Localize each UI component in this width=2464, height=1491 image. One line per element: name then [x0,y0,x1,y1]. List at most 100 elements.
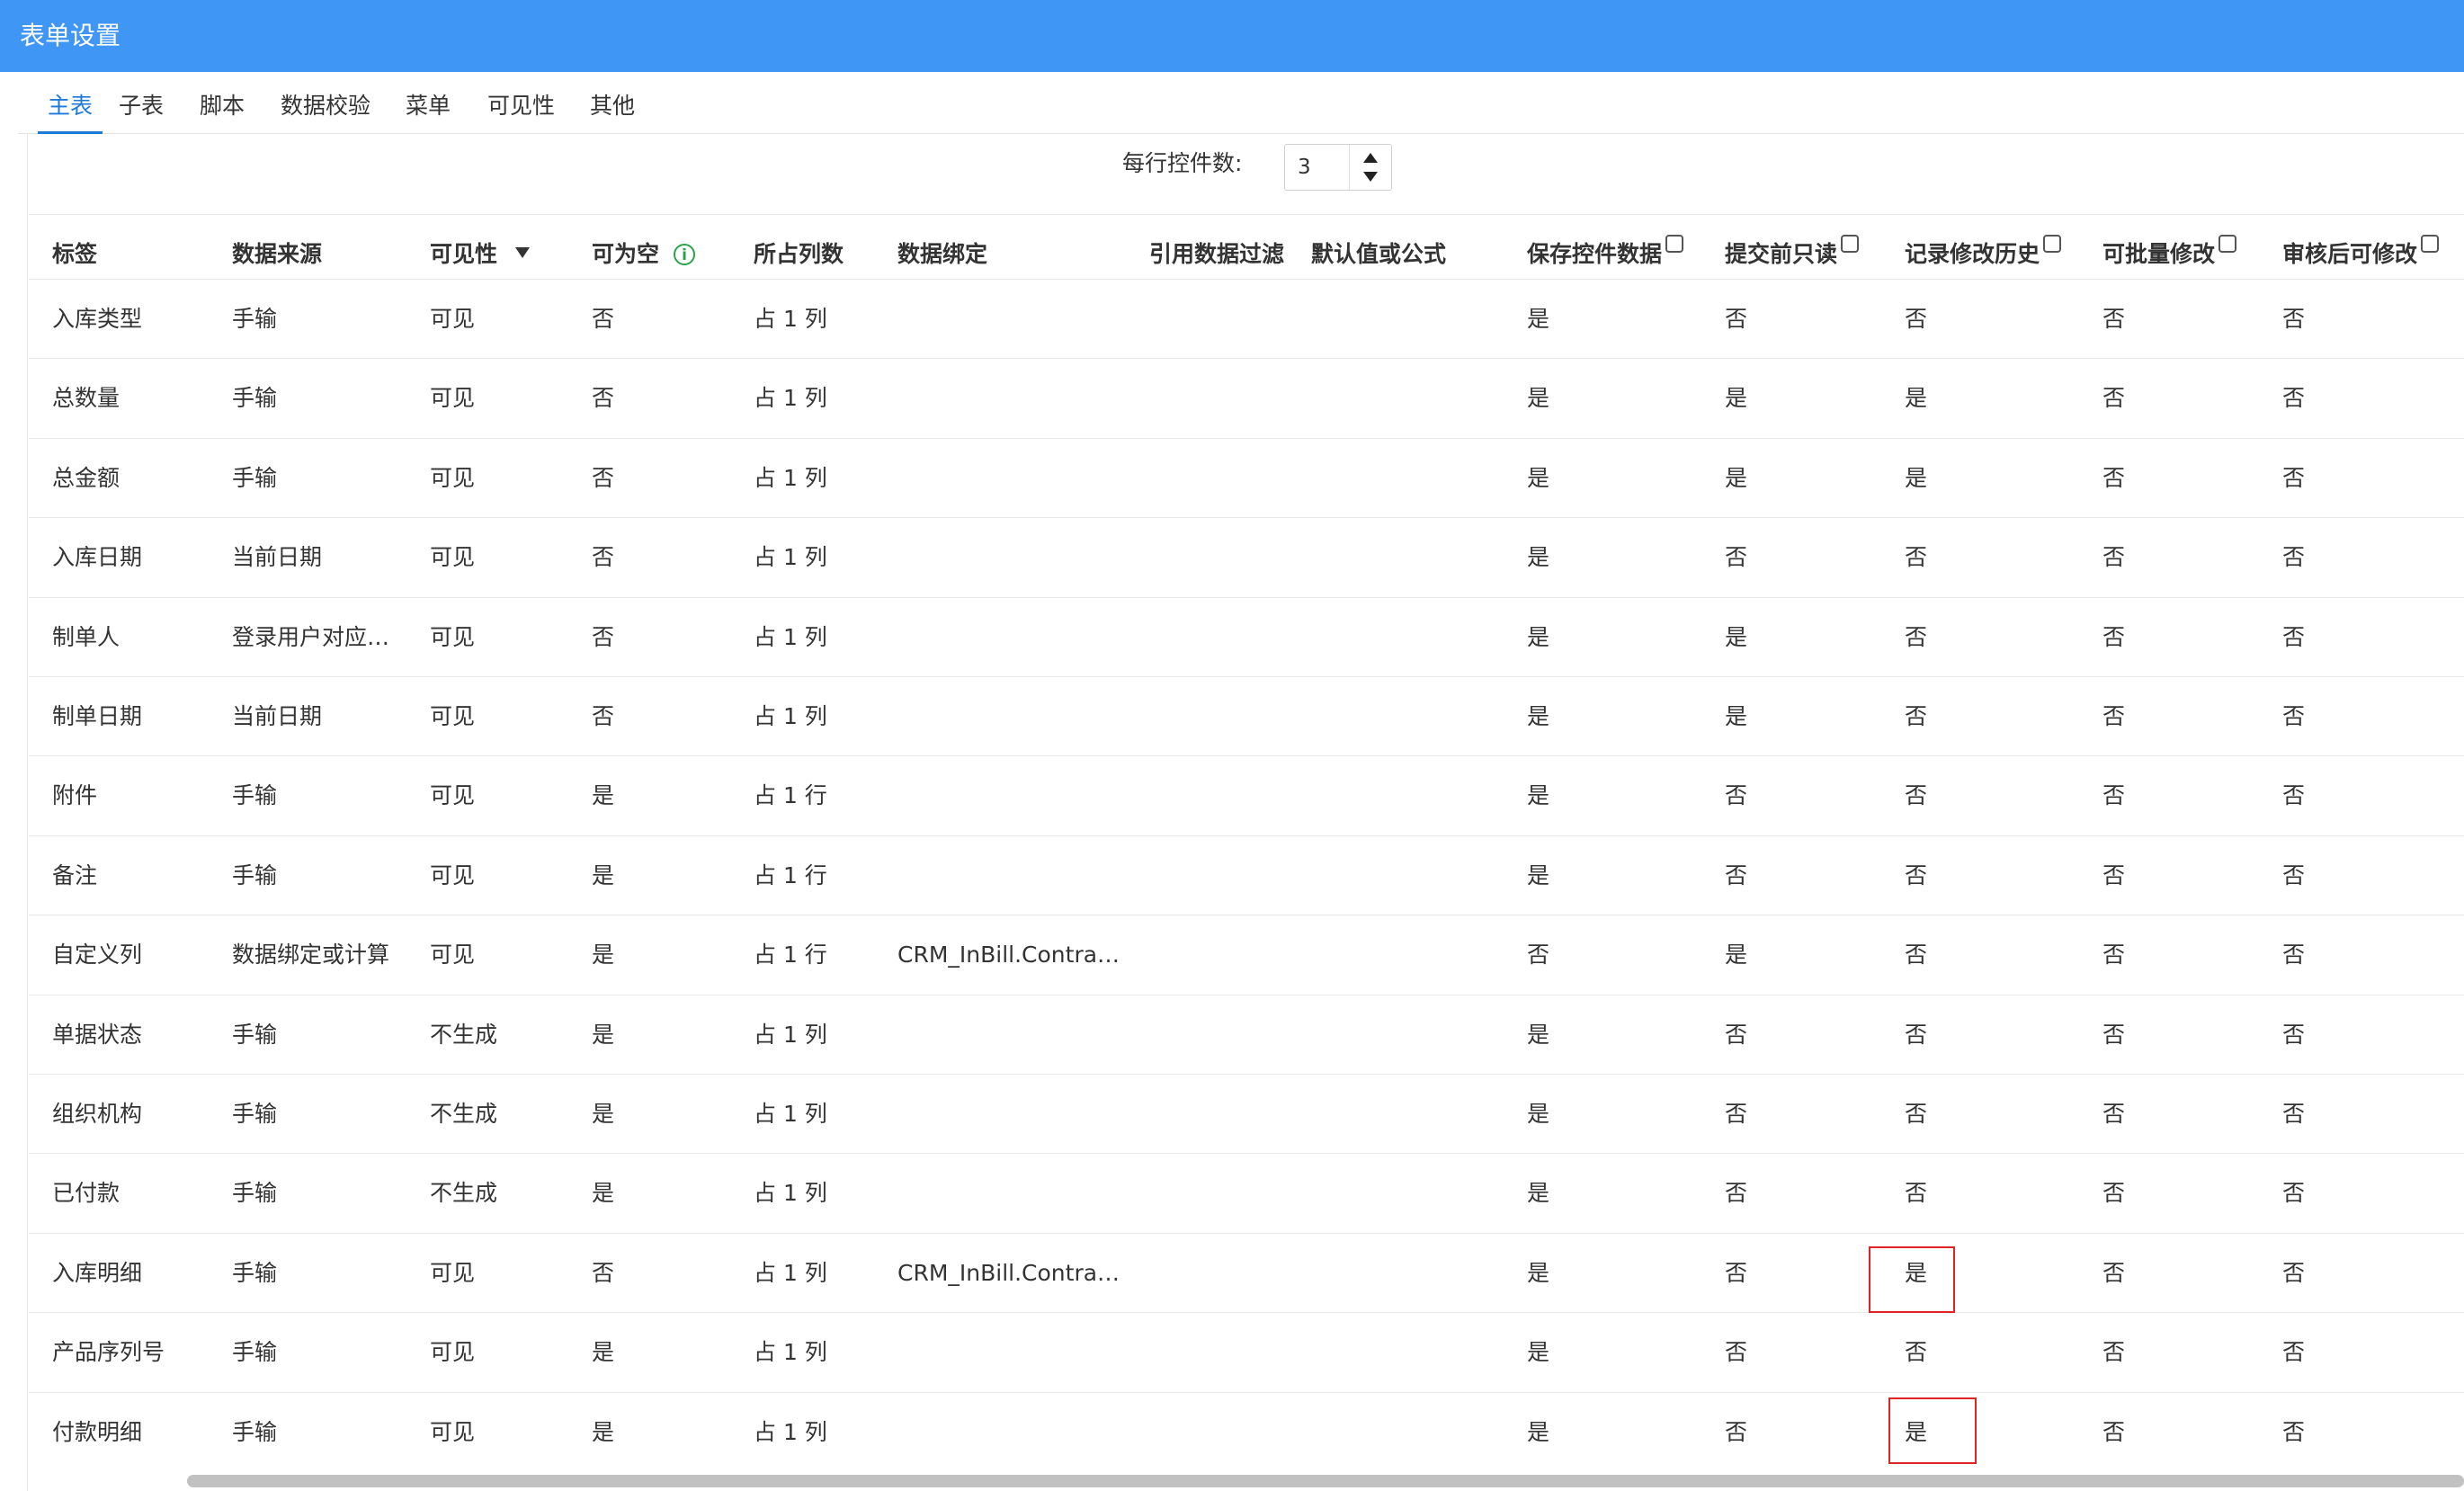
cell-readonly-before-submit: 否 [1725,1339,1748,1366]
controls-per-row-value[interactable]: 3 [1298,145,1311,190]
cell-visibility: 可见 [430,862,476,888]
cell-columns-span: 占 1 列 [754,1180,827,1207]
tab-data-validation[interactable]: 数据校验 [281,72,370,131]
cell-data-binding [897,1313,1122,1392]
tab-script[interactable]: 脚本 [200,72,245,131]
header-batch-editable[interactable]: 可批量修改 [2102,225,2237,284]
cell-data-source: 当前日期 [232,544,323,571]
header-data-source[interactable]: 数据来源 [232,225,322,284]
cell-visibility: 可见 [430,623,476,650]
batch-editable-checkbox[interactable] [2218,235,2237,253]
window-title: 表单设置 [0,0,2464,72]
table-row[interactable]: 单据状态 手输 不生成 是 占 1 列 是 否 否 否 否 [29,994,2464,1075]
table-row[interactable]: 自定义列 数据绑定或计算 可见 是 占 1 行 CRM_InBill.ContractI…… [29,915,2464,995]
header-ref-filter[interactable]: 引用数据过滤 [1149,225,1284,284]
header-columns-span[interactable]: 所占列数 [754,225,844,284]
cell-save-control-data: 是 [1527,862,1550,888]
cell-data-binding [897,598,1122,677]
controls-per-row-stepper[interactable]: 3 [1284,144,1392,191]
cell-record-history: 否 [1905,1101,1928,1127]
increment-arrow-icon[interactable] [1363,153,1378,163]
cell-editable-after-review: 否 [2282,1418,2306,1445]
cell-batch-editable: 否 [2102,782,2126,809]
header-visibility[interactable]: 可见性 [430,225,531,284]
table-row[interactable]: 已付款 手输 不生成 是 占 1 列 是 否 否 否 否 [29,1153,2464,1233]
header-save-control-data[interactable]: 保存控件数据 [1527,225,1684,284]
cell-columns-span: 占 1 行 [754,862,827,888]
cell-columns-span: 占 1 列 [754,385,827,412]
cell-batch-editable: 否 [2102,544,2126,571]
cell-columns-span: 占 1 列 [754,1101,827,1127]
cell-visibility: 可见 [430,1418,476,1445]
cell-batch-editable: 否 [2102,703,2126,729]
cell-editable-after-review: 否 [2282,1259,2306,1286]
cell-readonly-before-submit: 否 [1725,862,1748,888]
cell-ref-filter [1149,1313,1302,1392]
cell-data-source: 手输 [232,464,278,491]
cell-record-history: 否 [1905,862,1928,888]
table-row[interactable]: 备注 手输 可见 是 占 1 行 是 否 否 否 否 [29,835,2464,915]
cell-readonly-before-submit: 否 [1725,1180,1748,1207]
cell-ref-filter [1149,1075,1302,1154]
table-row[interactable]: 总金额 手输 可见 否 占 1 列 是 是 是 否 否 [29,437,2464,518]
cell-label: 自定义列 [52,942,143,969]
cell-record-history: 是 [1905,464,1928,491]
cell-columns-span: 占 1 列 [754,623,827,650]
cell-label: 制单人 [52,623,121,650]
tab-main-table[interactable]: 主表 [38,72,103,134]
decrement-arrow-icon[interactable] [1363,172,1378,182]
header-data-binding[interactable]: 数据绑定 [897,225,987,284]
cell-batch-editable: 否 [2102,385,2126,412]
header-nullable[interactable]: 可为空 i [592,225,696,284]
table-row[interactable]: 总数量 手输 可见 否 占 1 列 是 是 是 否 否 [29,358,2464,438]
table-row[interactable]: 入库类型 手输 可见 否 占 1 列 是 否 否 否 否 [29,279,2464,359]
sort-down-icon[interactable] [515,247,531,258]
cell-save-control-data: 是 [1527,1101,1550,1127]
cell-record-history: 否 [1905,306,1928,332]
table-row[interactable]: 付款明细 手输 可见是占 1 列是否是否否 [29,1391,2464,1472]
cell-nullable: 否 [592,623,615,650]
cell-data-source: 手输 [232,1101,278,1127]
cell-data-binding: CRM_InBill.ContractI… [897,1259,1122,1286]
cell-batch-editable: 否 [2102,464,2126,491]
tab-menu[interactable]: 菜单 [406,72,451,131]
table-row[interactable]: 组织机构 手输 不生成 是 占 1 列 是 否 否 否 否 [29,1074,2464,1154]
tab-visibility[interactable]: 可见性 [487,72,555,131]
cell-columns-span: 占 1 列 [754,306,827,332]
table-row[interactable]: 产品序列号 手输 可见 是 占 1 列 是 否 否 否 否 [29,1312,2464,1392]
cell-data-source: 手输 [232,1418,278,1445]
tab-other[interactable]: 其他 [590,72,635,131]
cell-label: 已付款 [52,1180,121,1207]
cell-editable-after-review: 否 [2282,385,2306,412]
cell-readonly-before-submit: 否 [1725,306,1748,332]
save-control-data-checkbox[interactable] [1665,235,1684,253]
info-icon[interactable]: i [674,244,696,265]
cell-nullable: 否 [592,544,615,571]
cell-readonly-before-submit: 是 [1725,385,1748,412]
header-default-formula[interactable]: 默认值或公式 [1311,225,1446,284]
header-readonly-before-submit[interactable]: 提交前只读 [1725,225,1860,284]
cell-default-formula [1311,995,1518,1075]
readonly-before-submit-checkbox[interactable] [1841,235,1860,253]
cell-batch-editable: 否 [2102,942,2126,969]
cell-batch-editable: 否 [2102,862,2126,888]
header-record-history[interactable]: 记录修改历史 [1905,225,2062,284]
table-row[interactable]: 制单日期 当前日期 可见 否 占 1 列 是 是 否 否 否 [29,676,2464,756]
header-editable-after-review[interactable]: 审核后可修改 [2282,225,2440,284]
table-row[interactable]: 附件 手输 可见 是 占 1 行 是 否 否 否 否 [29,755,2464,835]
editable-after-review-checkbox[interactable] [2421,235,2440,253]
cell-ref-filter [1149,1393,1302,1472]
header-label[interactable]: 标签 [52,225,97,284]
cell-batch-editable: 否 [2102,1180,2126,1207]
cell-data-binding [897,677,1122,756]
record-history-checkbox[interactable] [2043,235,2062,253]
cell-ref-filter [1149,677,1302,756]
table-row[interactable]: 入库日期 当前日期 可见 否 占 1 列 是 否 否 否 否 [29,517,2464,597]
tab-sub-table[interactable]: 子表 [119,72,164,131]
cell-visibility: 不生成 [430,1101,498,1127]
cell-save-control-data: 是 [1527,385,1550,412]
cell-data-source: 手输 [232,1259,278,1286]
table-row[interactable]: 入库明细手输可见否占 1 列CRM_InBill.ContractI…是否是否否 [29,1232,2464,1313]
table-row[interactable]: 制单人 登录用户对应… 可见 否 占 1 列 是 是 否 否 否 [29,596,2464,677]
horizontal-scrollbar[interactable] [187,1475,2464,1487]
